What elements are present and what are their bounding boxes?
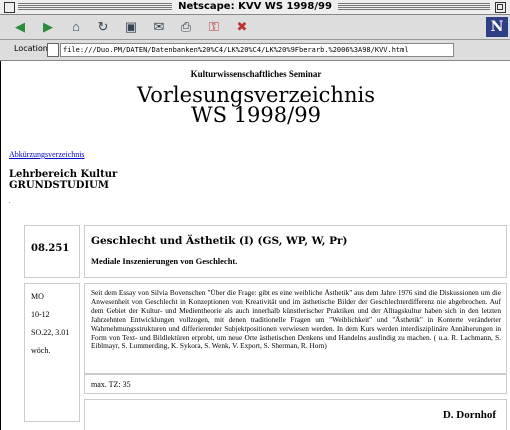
course-description-cell: Seit dem Essay von Silvia Bovenschen "Üb… — [84, 283, 507, 374]
heading-line-2: WS 1998/99 — [191, 103, 321, 127]
section-heading: Lehrbereich Kultur GRUNDSTUDIUM — [9, 169, 117, 191]
forward-arrow-icon[interactable]: ▶ — [38, 18, 58, 36]
course-max-participants: max. TZ: 35 — [91, 380, 131, 389]
section-heading-line-1: Lehrbereich Kultur — [9, 169, 118, 180]
course-time: 10-12 — [31, 310, 50, 319]
find-icon[interactable]: ⚿ — [204, 18, 224, 36]
heading-line-1: Vorlesungsverzeichnis — [137, 83, 375, 107]
home-icon[interactable]: ⌂ — [66, 18, 86, 36]
navigation-toolbar: ◀ ▶ ⌂ ↻ ▣ ✉ ⎙ ⚿ ✖ N — [0, 15, 510, 40]
course-room: SO.22, 3.01 — [31, 328, 70, 337]
stop-icon[interactable]: ✖ — [232, 18, 252, 36]
location-bar: Location : file:///Duo.PM/DATEN/Datenban… — [0, 40, 510, 61]
course-lecturer-cell: D. Dornhof — [84, 399, 507, 430]
course-title-cell: Geschlecht und Ästhetik (I) (GS, WP, W, … — [84, 225, 507, 278]
print-icon[interactable]: ⎙ — [176, 18, 196, 36]
course-title: Geschlecht und Ästhetik (I) (GS, WP, W, … — [91, 235, 348, 247]
open-icon[interactable]: ✉ — [149, 18, 169, 36]
page-heading: Vorlesungsverzeichnis WS 1998/99 — [1, 83, 510, 127]
separator-dot: . — [9, 199, 11, 205]
course-number: 08.251 — [31, 243, 70, 254]
close-box[interactable] — [4, 2, 15, 13]
course-day: MO — [31, 292, 44, 301]
course-rhythm: wöch. — [31, 346, 51, 355]
location-field[interactable]: file:///Duo.PM/DATEN/Datenbanken%20%C4/L… — [60, 43, 454, 57]
abbreviations-link[interactable]: Abkürzungsverzeichnis — [9, 150, 85, 159]
images-icon[interactable]: ▣ — [121, 18, 141, 36]
course-description: Seit dem Essay von Silvia Bovenschen "Üb… — [91, 288, 501, 351]
course-lecturer: D. Dornhof — [442, 409, 496, 421]
course-subtitle: Mediale Inszenierungen von Geschlecht. — [91, 256, 238, 266]
course-number-cell: 08.251 — [24, 225, 80, 278]
back-arrow-icon[interactable]: ◀ — [10, 18, 30, 36]
zoom-box[interactable] — [495, 2, 506, 13]
course-max-cell: max. TZ: 35 — [84, 374, 507, 394]
netscape-logo: N — [486, 17, 508, 37]
window-title-bar[interactable]: Netscape: KVV WS 1998/99 — [0, 0, 510, 15]
section-heading-line-2: GRUNDSTUDIUM — [9, 180, 109, 191]
seminar-title: Kulturwissenschaftliches Seminar — [190, 69, 322, 79]
window-title: Netscape: KVV WS 1998/99 — [172, 1, 338, 12]
reload-icon[interactable]: ↻ — [93, 18, 113, 36]
page-proxy-icon[interactable] — [47, 43, 59, 57]
page-content[interactable]: Kulturwissenschaftliches Seminar Vorlesu… — [0, 61, 510, 430]
course-schedule-cell: MO 10-12 SO.22, 3.01 wöch. — [24, 283, 80, 422]
